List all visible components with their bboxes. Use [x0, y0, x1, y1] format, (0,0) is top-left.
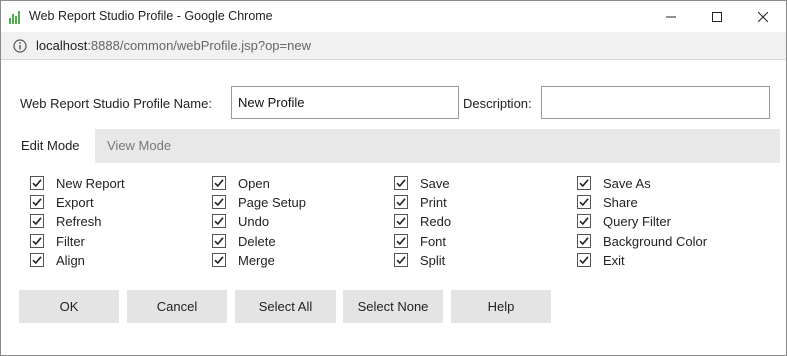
- title-bar: Web Report Studio Profile - Google Chrom…: [1, 1, 786, 32]
- minimize-icon: [666, 16, 676, 17]
- option-share[interactable]: Share: [577, 193, 638, 211]
- close-button[interactable]: [740, 1, 786, 32]
- checkbox-checked-icon[interactable]: [577, 176, 591, 190]
- option-refresh[interactable]: Refresh: [30, 212, 102, 230]
- select-all-button[interactable]: Select All: [235, 290, 336, 323]
- checkbox-checked-icon[interactable]: [577, 253, 591, 267]
- option-label: Undo: [238, 213, 270, 229]
- option-save[interactable]: Save: [394, 174, 450, 192]
- option-delete[interactable]: Delete: [212, 232, 276, 250]
- minimize-button[interactable]: [648, 1, 694, 32]
- help-button[interactable]: Help: [451, 290, 551, 323]
- checkbox-checked-icon[interactable]: [212, 234, 226, 248]
- option-label: Refresh: [56, 213, 102, 229]
- option-filter[interactable]: Filter: [30, 232, 85, 250]
- checkbox-checked-icon[interactable]: [394, 195, 408, 209]
- address-bar[interactable]: localhost:8888/common/webProfile.jsp?op=…: [1, 32, 786, 60]
- select-none-button[interactable]: Select None: [343, 290, 443, 323]
- cancel-button[interactable]: Cancel: [127, 290, 227, 323]
- option-label: New Report: [56, 175, 125, 191]
- profile-name-label: Web Report Studio Profile Name:: [20, 96, 212, 111]
- option-save-as[interactable]: Save As: [577, 174, 651, 192]
- url-path: :8888/common/webProfile.jsp?op=new: [87, 38, 311, 53]
- option-export[interactable]: Export: [30, 193, 94, 211]
- option-label: Query Filter: [603, 213, 671, 229]
- tab-view-mode[interactable]: View Mode: [97, 129, 181, 163]
- checkbox-checked-icon[interactable]: [30, 214, 44, 228]
- maximize-icon: [712, 11, 722, 22]
- option-align[interactable]: Align: [30, 251, 85, 269]
- checkbox-checked-icon[interactable]: [394, 253, 408, 267]
- close-icon: [758, 11, 768, 22]
- url-host: localhost: [36, 38, 88, 53]
- option-open[interactable]: Open: [212, 174, 270, 192]
- option-new-report[interactable]: New Report: [30, 174, 125, 192]
- profile-name-input[interactable]: [231, 86, 459, 119]
- option-redo[interactable]: Redo: [394, 212, 451, 230]
- checkbox-checked-icon[interactable]: [577, 214, 591, 228]
- option-query-filter[interactable]: Query Filter: [577, 212, 671, 230]
- checkbox-checked-icon[interactable]: [212, 253, 226, 267]
- option-background-color[interactable]: Background Color: [577, 232, 707, 250]
- app-icon: [9, 11, 20, 24]
- checkbox-checked-icon[interactable]: [30, 195, 44, 209]
- checkbox-checked-icon[interactable]: [577, 195, 591, 209]
- option-merge[interactable]: Merge: [212, 251, 275, 269]
- option-undo[interactable]: Undo: [212, 212, 269, 230]
- option-exit[interactable]: Exit: [577, 251, 625, 269]
- maximize-button[interactable]: [694, 1, 740, 32]
- option-label: Page Setup: [238, 194, 306, 210]
- option-page-setup[interactable]: Page Setup: [212, 193, 306, 211]
- mode-tabs: Edit Mode View Mode: [11, 129, 780, 163]
- option-label: Align: [56, 252, 85, 268]
- option-font[interactable]: Font: [394, 232, 446, 250]
- ok-button[interactable]: OK: [19, 290, 119, 323]
- window-title: Web Report Studio Profile - Google Chrom…: [29, 9, 273, 23]
- checkbox-checked-icon[interactable]: [30, 234, 44, 248]
- checkbox-checked-icon[interactable]: [30, 176, 44, 190]
- option-label: Print: [420, 194, 447, 210]
- checkbox-checked-icon[interactable]: [212, 214, 226, 228]
- option-label: Font: [420, 233, 447, 249]
- option-label: Save As: [603, 175, 651, 191]
- checkbox-checked-icon[interactable]: [212, 195, 226, 209]
- checkbox-checked-icon[interactable]: [577, 234, 591, 248]
- browser-window: Web Report Studio Profile - Google Chrom…: [0, 0, 787, 356]
- option-label: Exit: [603, 252, 625, 268]
- checkbox-checked-icon[interactable]: [394, 176, 408, 190]
- option-label: Redo: [420, 213, 452, 229]
- description-input[interactable]: [541, 86, 770, 119]
- url-text[interactable]: localhost:8888/common/webProfile.jsp?op=…: [36, 38, 311, 53]
- page-content: Web Report Studio Profile Name: Descript…: [1, 60, 786, 355]
- checkbox-checked-icon[interactable]: [212, 176, 226, 190]
- option-print[interactable]: Print: [394, 193, 447, 211]
- info-icon[interactable]: [13, 39, 27, 53]
- option-label: Save: [420, 175, 450, 191]
- option-label: Delete: [238, 233, 276, 249]
- option-label: Open: [238, 175, 270, 191]
- option-label: Merge: [238, 252, 275, 268]
- option-label: Filter: [56, 233, 85, 249]
- option-label: Share: [603, 194, 638, 210]
- option-label: Export: [56, 194, 94, 210]
- checkbox-checked-icon[interactable]: [394, 214, 408, 228]
- checkbox-checked-icon[interactable]: [30, 253, 44, 267]
- option-label: Background Color: [603, 233, 708, 249]
- description-label: Description:: [463, 96, 532, 111]
- tab-edit-mode[interactable]: Edit Mode: [11, 129, 95, 163]
- option-split[interactable]: Split: [394, 251, 445, 269]
- checkbox-checked-icon[interactable]: [394, 234, 408, 248]
- option-label: Split: [420, 252, 446, 268]
